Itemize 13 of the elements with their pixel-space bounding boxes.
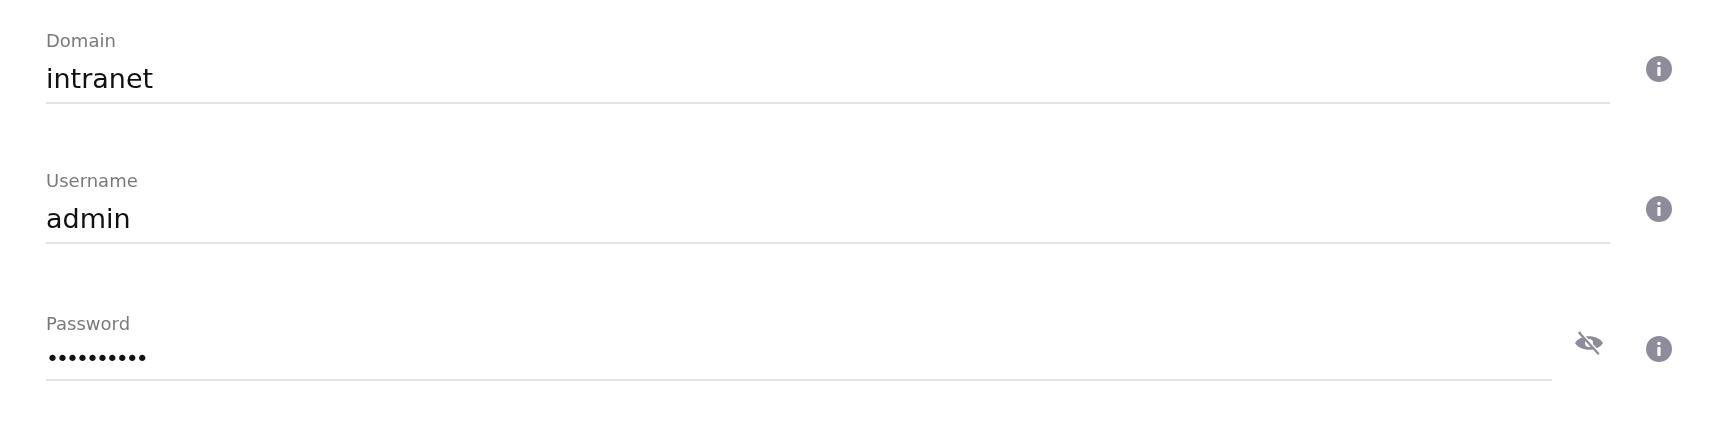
input-field[interactable]: Domain intranet <box>46 30 1610 104</box>
input-field[interactable]: Username admin <box>46 170 1610 244</box>
info-icon[interactable] <box>1646 336 1672 362</box>
info-icon[interactable] <box>1646 196 1672 222</box>
password-field[interactable]: Password •••••••••• <box>46 313 1552 381</box>
field-value: intranet <box>46 63 154 94</box>
field-label: Password <box>46 313 131 334</box>
field-label: Username <box>46 170 138 191</box>
field-value: admin <box>46 203 131 234</box>
field-label: Domain <box>46 30 116 51</box>
masked-password: •••••••••• <box>46 346 146 371</box>
toggle-visibility-button[interactable] <box>1574 330 1604 356</box>
info-icon[interactable] <box>1646 56 1672 82</box>
